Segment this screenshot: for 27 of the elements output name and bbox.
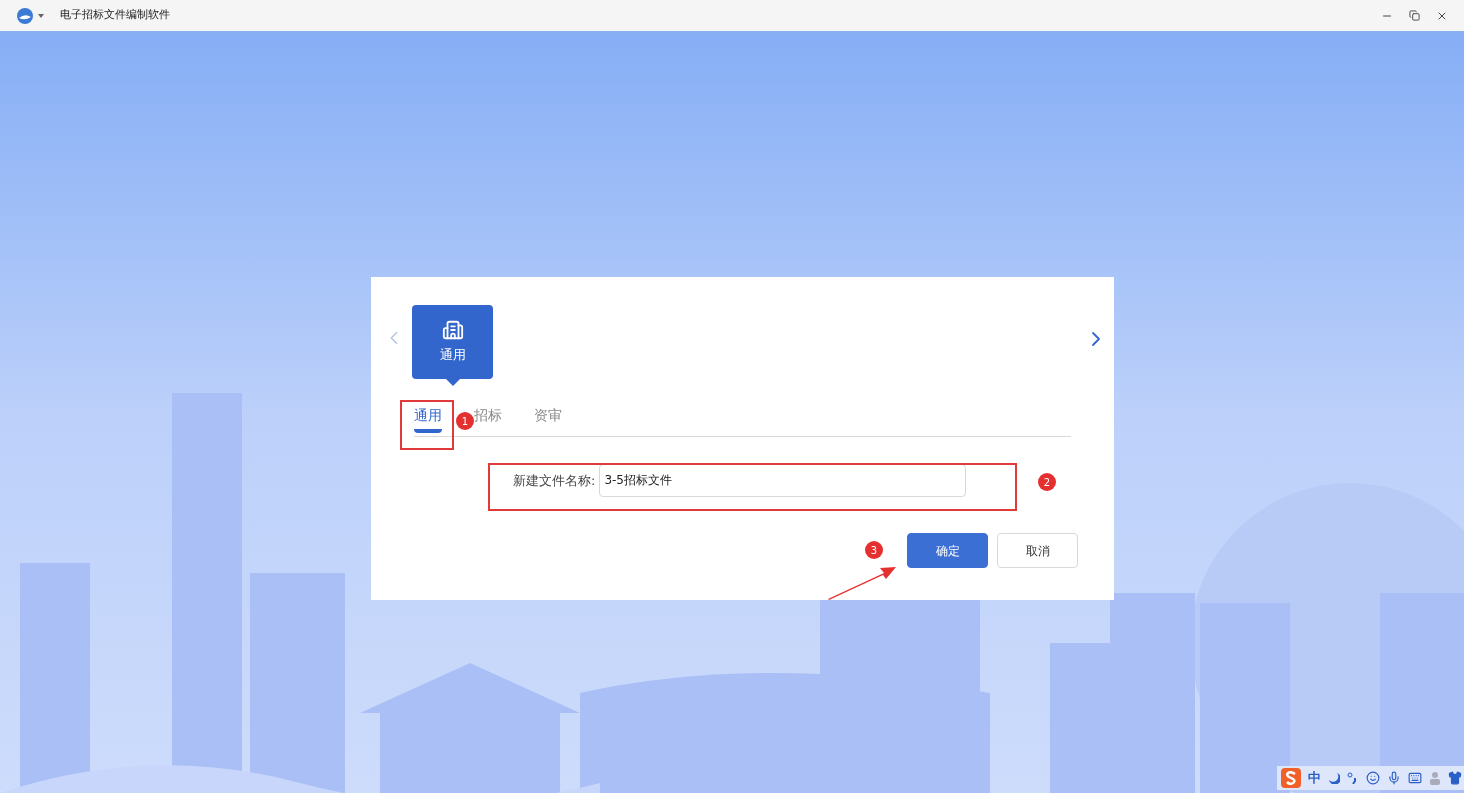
sogou-logo-icon[interactable] <box>1281 768 1301 788</box>
pointer-arrow <box>826 565 898 601</box>
restore-icon[interactable] <box>1409 10 1420 21</box>
category-tab[interactable]: 招标 <box>474 405 502 433</box>
file-name-field[interactable]: 3-5招标文件 <box>599 464 967 497</box>
dropdown-caret-icon[interactable] <box>38 13 44 18</box>
file-name-label: 新建文件名称: <box>513 471 596 490</box>
highlight-frame <box>400 400 454 450</box>
building-icon <box>441 319 464 342</box>
emoji-icon[interactable] <box>1366 771 1380 785</box>
step-badge: 1 <box>456 412 474 430</box>
category-tab[interactable]: 资审 <box>534 405 562 433</box>
microphone-icon[interactable] <box>1387 771 1401 785</box>
shirt-icon[interactable] <box>1448 771 1462 785</box>
step-badge: 2 <box>1038 473 1056 491</box>
punctuation-icon[interactable] <box>1347 772 1359 784</box>
app-logo-icon[interactable] <box>16 6 34 25</box>
cancel-button[interactable]: 取消 <box>997 533 1078 568</box>
keyboard-icon[interactable] <box>1408 771 1422 785</box>
category-tab[interactable]: 通用 <box>414 405 442 433</box>
moon-icon[interactable] <box>1328 772 1340 784</box>
confirm-button[interactable]: 确定 <box>907 533 988 568</box>
input-mode[interactable]: 中 <box>1308 768 1321 788</box>
step-badge: 3 <box>865 541 883 559</box>
card-pointer-icon <box>446 379 460 386</box>
window-title: 电子招标文件编制软件 <box>60 7 170 24</box>
category-card[interactable]: 通用 <box>412 305 493 379</box>
